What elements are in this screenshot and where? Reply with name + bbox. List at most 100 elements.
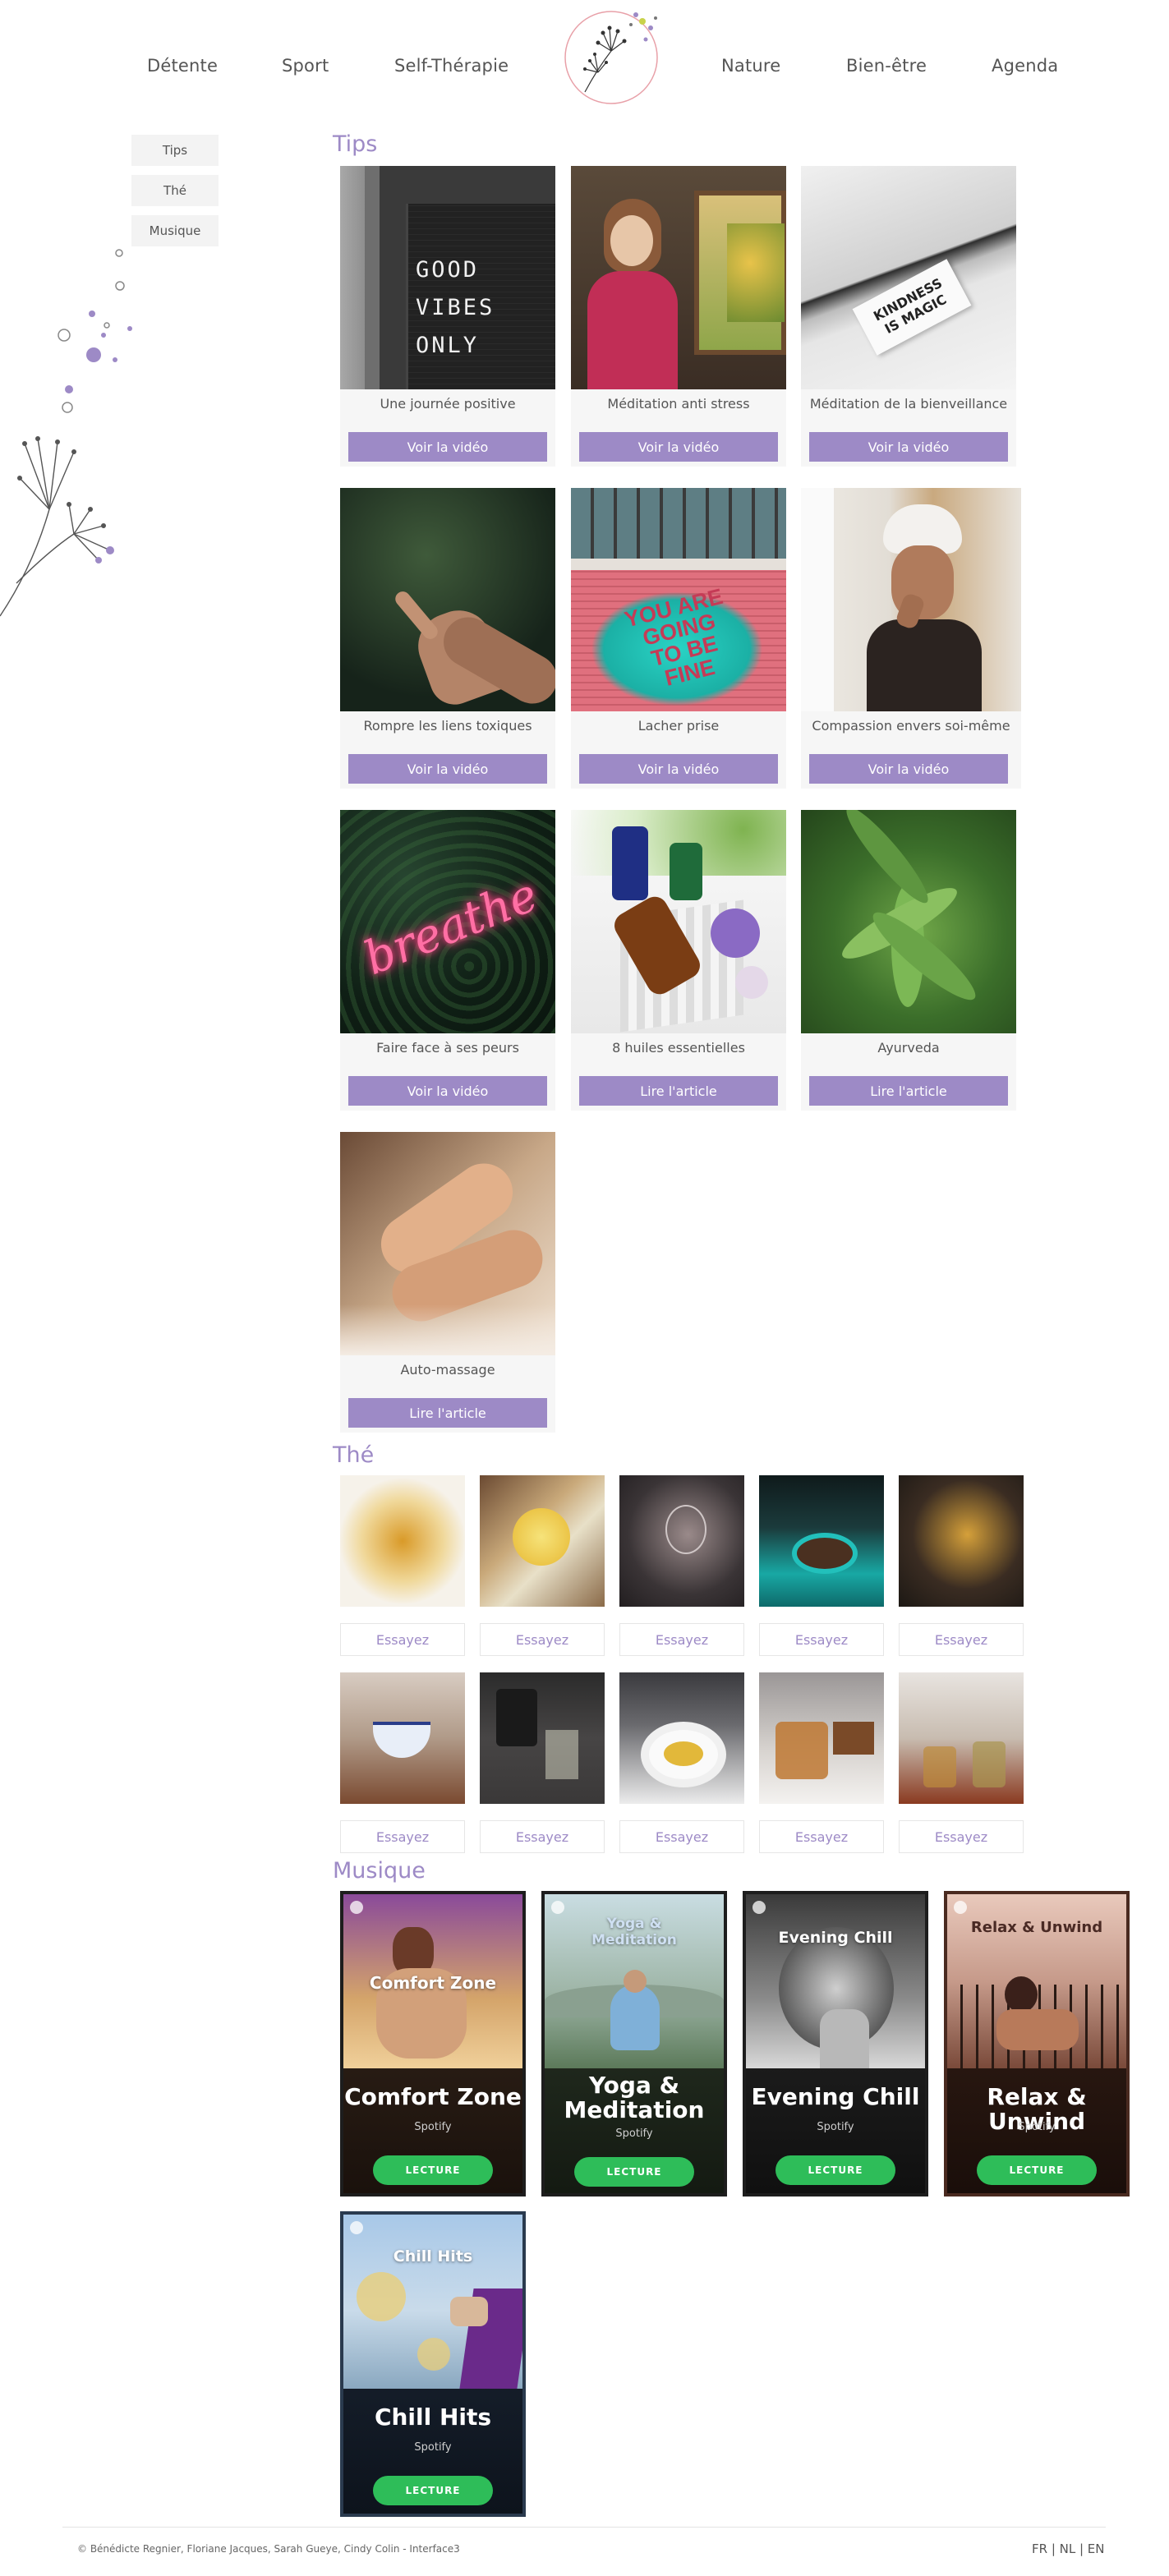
tip-card: Compassion envers soi-même Voir la vidéo: [801, 488, 1021, 789]
playlist-card: Comfort Zone Comfort Zone Spotify LECTUR…: [340, 1891, 526, 2196]
tip-card: Rompre les liens toxiques Voir la vidéo: [340, 488, 555, 789]
footer-divider: [62, 2527, 1106, 2528]
playlist-name: Yoga & Meditation: [564, 2072, 705, 2123]
tip-caption: Lacher prise: [637, 718, 720, 734]
language-switcher[interactable]: FR | NL | EN: [1032, 2542, 1105, 2556]
tip-caption: Méditation anti stress: [607, 396, 750, 412]
playlist-cover-title: Chill Hits: [393, 2247, 473, 2266]
tip-caption: Rompre les liens toxiques: [363, 718, 532, 734]
watch-video-button[interactable]: Voir la vidéo: [579, 754, 778, 784]
playlist-name: Evening Chill: [751, 2083, 920, 2110]
playlist-provider: Spotify: [615, 2128, 653, 2140]
playlist-cover: Evening Chill: [746, 1894, 925, 2068]
tip-photo: KINDNESS IS MAGIC: [801, 166, 1016, 389]
playlist-cover: Comfort Zone: [343, 1894, 522, 2068]
try-tea-button[interactable]: Essayez: [619, 1623, 744, 1656]
tea-photo: [480, 1475, 605, 1607]
tip-photo: [571, 166, 786, 389]
playlist-name: Comfort Zone: [344, 2083, 522, 2110]
nav-link-agenda[interactable]: Agenda: [992, 56, 1058, 76]
tea-photo: [899, 1672, 1024, 1804]
tea-photo: [340, 1672, 465, 1804]
tip-photo: breathe: [340, 810, 555, 1033]
playlist-cover-title: Comfort Zone: [369, 1973, 497, 1993]
try-tea-button[interactable]: Essayez: [340, 1820, 465, 1853]
play-button[interactable]: LECTURE: [574, 2157, 694, 2187]
playlist-provider: Spotify: [414, 2441, 452, 2454]
tip-photo: GOOD VIBES ONLY: [340, 166, 555, 389]
playlist-card: Relax & Unwind Relax & Unwind Spotify LE…: [944, 1891, 1130, 2196]
read-article-button[interactable]: Lire l'article: [809, 1076, 1008, 1106]
tip-caption: Faire face à ses peurs: [376, 1040, 519, 1056]
playlist-provider: Spotify: [414, 2121, 452, 2133]
play-button[interactable]: LECTURE: [775, 2155, 895, 2185]
playlist-cover: Chill Hits: [343, 2215, 522, 2389]
nav-link-bien-etre[interactable]: Bien-être: [846, 56, 927, 76]
play-button[interactable]: LECTURE: [373, 2155, 493, 2185]
playlist-provider: Spotify: [1018, 2121, 1056, 2133]
tip-caption: Compassion envers soi-même: [812, 718, 1010, 734]
try-tea-button[interactable]: Essayez: [759, 1820, 884, 1853]
site-logo[interactable]: [560, 3, 665, 108]
watch-video-button[interactable]: Voir la vidéo: [348, 432, 547, 462]
try-tea-button[interactable]: Essayez: [340, 1623, 465, 1656]
tip-card: Méditation anti stress Voir la vidéo: [571, 166, 786, 467]
playlist-cover-title: Relax & Unwind: [970, 1919, 1103, 1936]
tip-card: GOOD VIBES ONLY Une journée positive Voi…: [340, 166, 555, 467]
tip-photo: [801, 488, 1021, 711]
section-title-tips: Tips: [333, 131, 378, 157]
try-tea-button[interactable]: Essayez: [899, 1623, 1024, 1656]
tip-card: Auto-massage Lire l'article: [340, 1132, 555, 1433]
read-article-button[interactable]: Lire l'article: [348, 1398, 547, 1428]
watch-video-button[interactable]: Voir la vidéo: [809, 432, 1008, 462]
photo-text: VIBES: [416, 295, 495, 320]
nav-link-self-therapie[interactable]: Self-Thérapie: [394, 56, 509, 76]
playlist-cover: Yoga & Meditation: [545, 1894, 724, 2068]
tea-photo: [759, 1475, 884, 1607]
tip-photo: [340, 488, 555, 711]
tip-caption: Auto-massage: [400, 1362, 495, 1378]
footer-credits: © Bénédicte Regnier, Floriane Jacques, S…: [77, 2543, 460, 2555]
play-button[interactable]: LECTURE: [373, 2476, 493, 2505]
playlist-cover: Relax & Unwind: [947, 1894, 1126, 2068]
try-tea-button[interactable]: Essayez: [899, 1820, 1024, 1853]
tea-photo: [759, 1672, 884, 1804]
section-title-the: Thé: [333, 1442, 375, 1468]
play-button[interactable]: LECTURE: [977, 2155, 1097, 2185]
try-tea-button[interactable]: Essayez: [480, 1623, 605, 1656]
tip-photo: [571, 810, 786, 1033]
spotify-logo-icon: [350, 2221, 363, 2234]
watch-video-button[interactable]: Voir la vidéo: [348, 754, 547, 784]
tip-caption: Une journée positive: [380, 396, 516, 412]
tip-caption: 8 huiles essentielles: [612, 1040, 745, 1056]
try-tea-button[interactable]: Essayez: [759, 1623, 884, 1656]
playlist-card: Yoga & Meditation Yoga & Meditation Spot…: [541, 1891, 727, 2196]
spotify-logo-icon: [752, 1901, 766, 1914]
try-tea-button[interactable]: Essayez: [619, 1820, 744, 1853]
nav-link-nature[interactable]: Nature: [721, 56, 780, 76]
playlist-provider: Spotify: [817, 2121, 854, 2133]
section-title-musique: Musique: [333, 1858, 426, 1884]
tip-card: 8 huiles essentielles Lire l'article: [571, 810, 786, 1111]
watch-video-button[interactable]: Voir la vidéo: [809, 754, 1008, 784]
playlist-card: Chill Hits Chill Hits Spotify LECTURE: [340, 2211, 526, 2517]
tip-photo: [801, 810, 1016, 1033]
nav-link-detente[interactable]: Détente: [147, 56, 218, 76]
tip-card: YOU ARE GOING TO BE FINE Lacher prise Vo…: [571, 488, 786, 789]
sidebar-item-tips[interactable]: Tips: [131, 135, 219, 166]
tip-photo: [340, 1132, 555, 1355]
playlist-card: Evening Chill Evening Chill Spotify LECT…: [743, 1891, 928, 2196]
sidebar-item-the[interactable]: Thé: [131, 175, 219, 206]
watch-video-button[interactable]: Voir la vidéo: [348, 1076, 547, 1106]
nav-link-sport[interactable]: Sport: [282, 56, 329, 76]
read-article-button[interactable]: Lire l'article: [579, 1076, 778, 1106]
tip-caption: Ayurveda: [877, 1040, 940, 1056]
playlist-cover-title: Yoga & Meditation: [591, 1916, 677, 1948]
photo-text: ONLY: [416, 333, 480, 358]
watch-video-button[interactable]: Voir la vidéo: [579, 432, 778, 462]
playlist-name: Chill Hits: [374, 2404, 492, 2431]
tip-card: KINDNESS IS MAGIC Méditation de la bienv…: [801, 166, 1016, 467]
tip-photo: YOU ARE GOING TO BE FINE: [571, 488, 786, 711]
try-tea-button[interactable]: Essayez: [480, 1820, 605, 1853]
tea-photo: [480, 1672, 605, 1804]
